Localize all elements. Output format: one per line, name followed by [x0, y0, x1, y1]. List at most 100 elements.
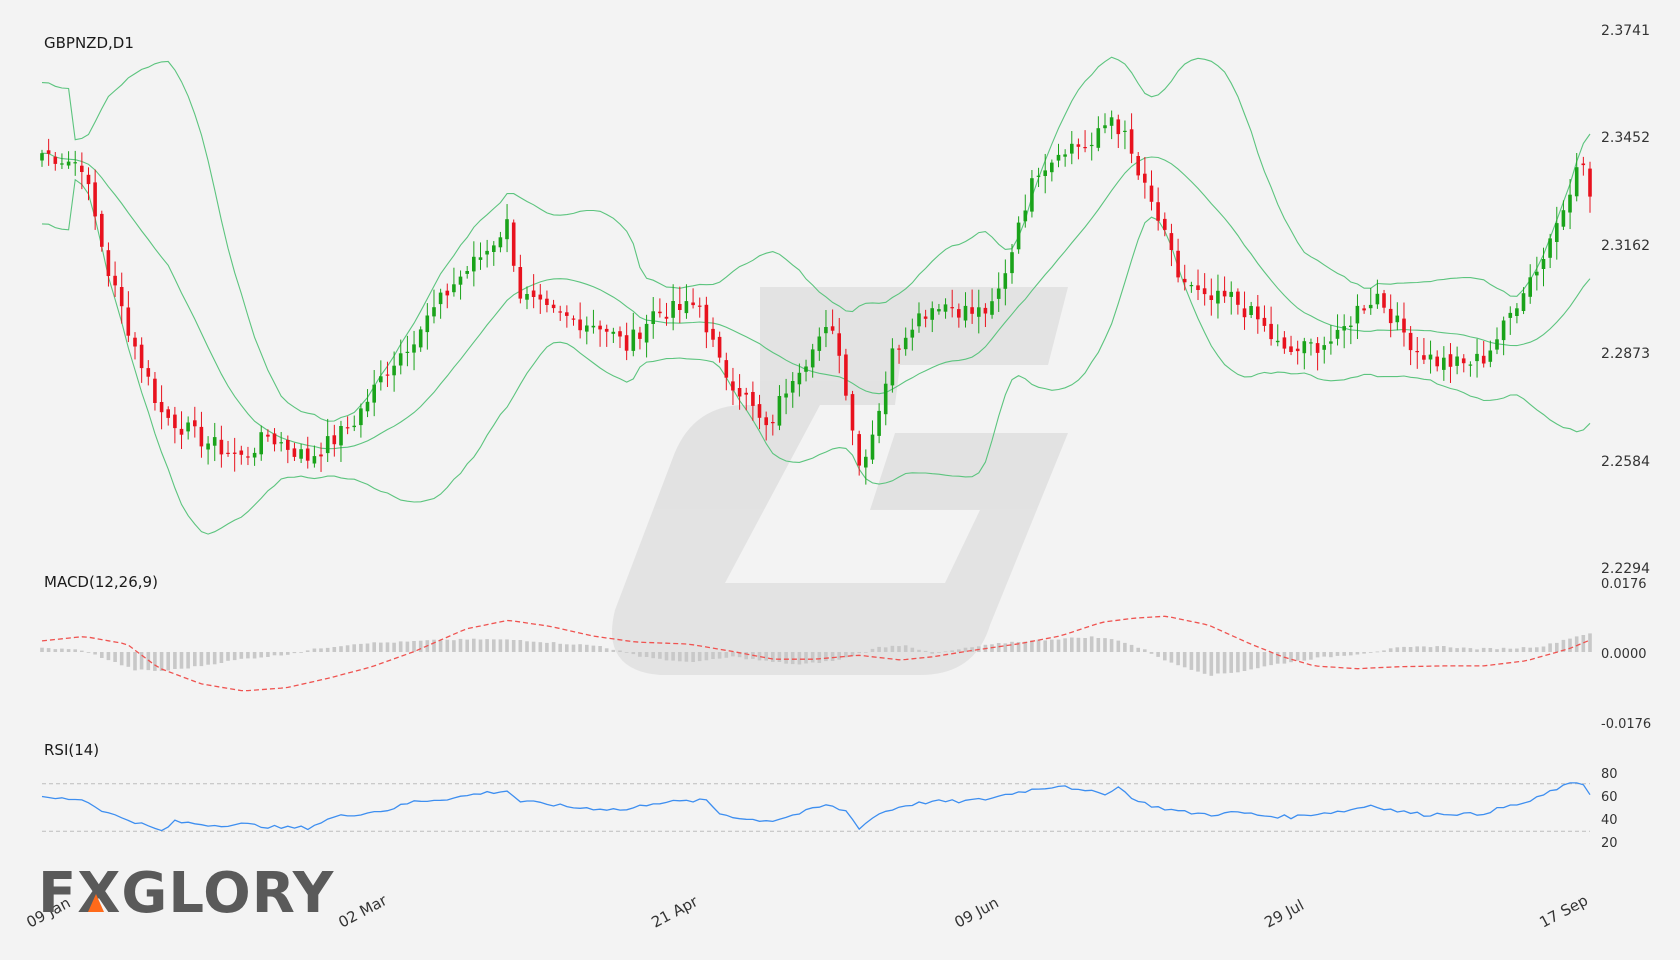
macd-histogram-bar — [598, 646, 602, 652]
candlestick — [438, 288, 443, 319]
candlestick — [1182, 264, 1187, 291]
macd-histogram-bar — [40, 647, 44, 652]
macd-histogram-bar — [392, 642, 396, 652]
macd-histogram-bar — [697, 652, 702, 662]
macd-histogram-bar — [1176, 652, 1180, 666]
candlestick — [73, 150, 77, 176]
macd-histogram-bar — [286, 652, 290, 655]
macd-histogram-bar — [518, 640, 523, 652]
candlestick — [1202, 273, 1207, 306]
candlestick — [1289, 335, 1293, 356]
macd-histogram-bar — [1256, 652, 1260, 669]
macd-histogram-bar — [1508, 648, 1513, 652]
macd-histogram-bar — [199, 652, 204, 667]
macd-histogram-bar — [1249, 652, 1253, 670]
macd-histogram-bar — [797, 652, 802, 665]
macd-histogram-bar — [724, 652, 729, 658]
candlestick — [1056, 143, 1061, 168]
candlestick — [1402, 302, 1406, 347]
macd-histogram-bar — [173, 652, 177, 669]
candlestick — [398, 339, 403, 375]
candlestick — [46, 138, 51, 166]
macd-histogram-bar — [219, 652, 224, 663]
macd-histogram-bar — [1163, 652, 1167, 661]
candlestick — [1016, 216, 1021, 254]
macd-histogram-bar — [332, 647, 337, 652]
macd-histogram-bar — [1096, 638, 1101, 652]
candlestick — [877, 403, 881, 444]
macd-histogram-bar — [1349, 652, 1353, 656]
candlestick — [485, 239, 489, 268]
macd-histogram-bar — [100, 652, 104, 658]
macd-tick-label: -0.0176 — [1601, 717, 1651, 732]
candlestick — [658, 298, 662, 318]
macd-histogram-bar — [193, 652, 197, 667]
macd-histogram-bar — [1070, 637, 1074, 652]
macd-histogram-bar — [1395, 647, 1400, 652]
macd-histogram-bar — [1275, 652, 1280, 664]
fxglory-logo: FXGLORY — [38, 861, 334, 926]
macd-histogram-bar — [1588, 633, 1592, 652]
candlestick — [598, 320, 602, 347]
macd-histogram-bar — [1574, 636, 1579, 652]
candlestick — [857, 430, 861, 476]
candlestick — [691, 288, 695, 309]
candlestick — [1156, 187, 1160, 231]
candlestick — [1395, 302, 1400, 331]
macd-histogram-bar — [365, 643, 370, 652]
macd-histogram-bar — [1415, 646, 1419, 652]
macd-histogram-bar — [1495, 649, 1499, 652]
macd-histogram-bar — [624, 652, 629, 653]
candlestick — [166, 406, 170, 426]
macd-histogram-bar — [418, 640, 423, 652]
candlestick — [1295, 340, 1300, 365]
candlestick — [1515, 303, 1519, 324]
candlestick — [1461, 354, 1466, 373]
macd-histogram-bar — [883, 647, 888, 652]
macd-histogram-bar — [638, 652, 642, 657]
macd-histogram-bar — [631, 652, 636, 655]
macd-histogram-bar — [744, 652, 748, 660]
macd-histogram-bar — [771, 652, 775, 662]
macd-histogram-bar — [458, 638, 463, 652]
candlestick — [126, 291, 131, 343]
macd-histogram-bar — [651, 652, 655, 659]
macd-histogram-bar — [1335, 652, 1340, 656]
candlestick — [232, 437, 237, 472]
candlestick — [578, 302, 582, 339]
macd-histogram-bar — [412, 641, 416, 652]
date-tick-label: 21 Apr — [648, 892, 701, 932]
macd-histogram-bar — [1481, 647, 1486, 652]
macd-histogram-bar — [1329, 652, 1333, 658]
candlestick — [1581, 156, 1586, 176]
candlestick — [1275, 324, 1280, 347]
macd-histogram-bar — [996, 643, 1001, 652]
candlestick — [159, 385, 164, 430]
macd-histogram-bar — [664, 652, 669, 661]
candlestick — [472, 241, 476, 287]
macd-histogram-bar — [790, 652, 795, 665]
candlestick — [53, 151, 58, 171]
candlestick — [1050, 159, 1054, 182]
macd-histogram-bar — [1548, 643, 1552, 652]
candlestick — [1481, 340, 1486, 368]
macd-histogram-bar — [1315, 652, 1320, 658]
macd-histogram-bar — [252, 652, 257, 659]
macd-histogram-bar — [1442, 646, 1446, 652]
candlestick — [518, 254, 523, 304]
macd-histogram-bar — [684, 652, 689, 662]
macd-histogram-bar — [1501, 647, 1506, 652]
price-tick-label: 2.3452 — [1601, 130, 1650, 146]
candlestick — [1368, 287, 1373, 315]
macd-histogram-bar — [1262, 652, 1267, 667]
macd-histogram-bar — [618, 650, 622, 652]
macd-histogram-bar — [525, 641, 529, 652]
macd-histogram-bar — [777, 652, 782, 662]
candlestick — [1143, 157, 1147, 199]
candlestick — [1468, 361, 1473, 377]
candlestick — [1209, 278, 1214, 316]
candlestick — [1528, 264, 1532, 304]
candlestick — [1256, 294, 1260, 334]
candlestick — [173, 406, 177, 444]
macd-histogram-bar — [1089, 636, 1094, 652]
